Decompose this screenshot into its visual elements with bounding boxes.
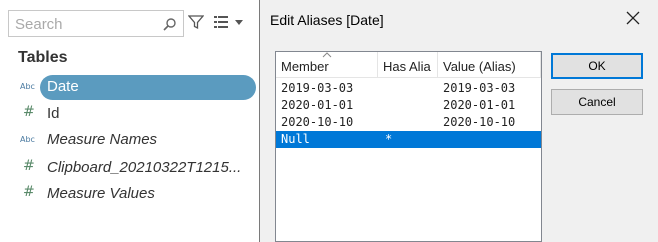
chevron-down-icon[interactable]: [235, 20, 243, 26]
close-icon[interactable]: [626, 11, 640, 25]
field-label: Clipboard_20210322T1215...: [47, 159, 242, 176]
dialog-title: Edit Aliases [Date]: [270, 12, 384, 28]
table-row-selected[interactable]: Null *: [276, 131, 541, 148]
member-cell: 2020-10-10: [281, 115, 354, 129]
field-measure-names[interactable]: Abc Measure Names: [0, 127, 262, 153]
field-date[interactable]: Abc Date: [0, 74, 262, 100]
sort-ascending-icon: [322, 52, 332, 58]
alias-cell[interactable]: 2020-10-10: [443, 115, 515, 129]
string-type-icon: Abc: [20, 82, 35, 91]
field-label: Measure Values: [47, 185, 155, 202]
table-row[interactable]: 2020-01-01 2020-01-01: [276, 97, 541, 114]
field-label: Id: [47, 105, 60, 122]
column-has-alias[interactable]: Has Alia: [383, 59, 435, 74]
column-alias[interactable]: Value (Alias): [443, 59, 539, 74]
field-id[interactable]: # Id: [0, 101, 262, 127]
list-header: Member Has Alia Value (Alias): [276, 52, 541, 78]
ok-button[interactable]: OK: [551, 53, 643, 79]
table-row[interactable]: 2019-03-03 2019-03-03: [276, 80, 541, 97]
field-clipboard[interactable]: # Clipboard_20210322T1215...: [0, 155, 262, 181]
list-view-icon[interactable]: [214, 16, 228, 28]
member-cell: Null: [281, 132, 310, 146]
number-type-icon: #: [23, 104, 35, 120]
column-divider[interactable]: [377, 52, 378, 78]
data-pane: Search Tables Abc Date # Id Abc Measure …: [0, 0, 262, 242]
search-icon: [163, 18, 176, 31]
tables-heading: Tables: [18, 49, 68, 66]
alias-list[interactable]: Member Has Alia Value (Alias) 2019-03-03…: [275, 51, 542, 242]
field-measure-values[interactable]: # Measure Values: [0, 181, 262, 207]
search-input[interactable]: Search: [8, 10, 184, 37]
number-type-icon: #: [23, 158, 35, 174]
alias-cell[interactable]: 2020-01-01: [443, 98, 515, 112]
string-type-icon: Abc: [20, 135, 35, 144]
member-cell: 2020-01-01: [281, 98, 354, 112]
filter-icon[interactable]: [188, 14, 204, 30]
number-type-icon: #: [23, 184, 35, 200]
cancel-button[interactable]: Cancel: [551, 89, 643, 115]
search-placeholder: Search: [15, 16, 63, 33]
field-label: Measure Names: [47, 131, 158, 148]
column-divider[interactable]: [540, 52, 541, 78]
edit-aliases-dialog: Edit Aliases [Date] Member Has Alia Valu…: [259, 0, 658, 242]
column-divider[interactable]: [437, 52, 438, 78]
field-label: Date: [47, 78, 79, 95]
alias-cell[interactable]: 2019-03-03: [443, 81, 515, 95]
table-row[interactable]: 2020-10-10 2020-10-10: [276, 114, 541, 131]
column-member[interactable]: Member: [281, 59, 376, 74]
member-cell: 2019-03-03: [281, 81, 354, 95]
has-alias-cell: *: [385, 132, 393, 146]
